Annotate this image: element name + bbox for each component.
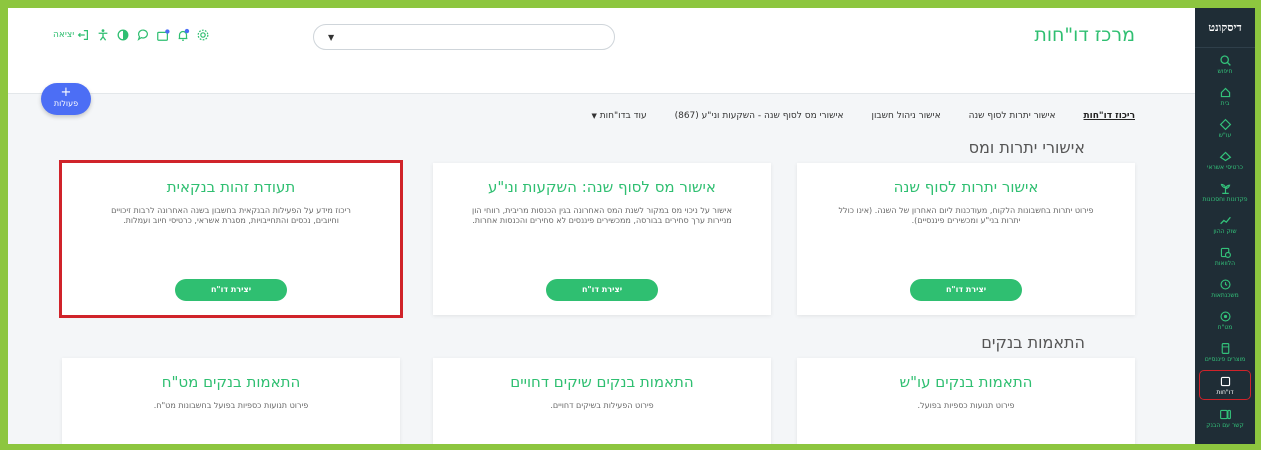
- card-icon: [1219, 151, 1231, 161]
- sidebar-item-label: קשר עם הבנק: [1206, 421, 1244, 429]
- section-title-bank-reconciliation: התאמות בנקים: [981, 333, 1085, 352]
- sidebar-item-label: חיפוש: [1217, 67, 1233, 75]
- sidebar-item-label: משכנתאות: [1211, 291, 1239, 299]
- card-tax-investments: אישור מס לסוף שנה: השקעות וני"ע אישור על…: [433, 163, 771, 315]
- folder-icon: [1221, 342, 1229, 354]
- card-description: פירוט תנועות כספיות בפועל בחשבונות מט"ח.: [153, 401, 309, 410]
- sidebar-item-deposits[interactable]: פקדונות וחסכונות: [1195, 176, 1255, 208]
- actions-label: פעולות: [53, 99, 79, 108]
- create-report-button[interactable]: יצירת דו"ח: [546, 279, 658, 301]
- card-reconciliation-forex: התאמות בנקים מט"ח פירוט תנועות כספיות בפ…: [62, 358, 400, 444]
- home-icon: [1220, 87, 1230, 97]
- card-title: התאמות בנקים מט"ח: [161, 373, 301, 391]
- actions-button[interactable]: + פעולות: [41, 83, 91, 115]
- tab-reports-summary[interactable]: ריכוז דו"חות: [1084, 111, 1135, 121]
- tab-year-end-balances[interactable]: אישור יתרות לסוף שנה: [969, 111, 1056, 121]
- gear-icon[interactable]: [196, 28, 210, 42]
- sidebar-item-capital-market[interactable]: שוק ההון: [1195, 208, 1255, 240]
- main-content: מרכז דו"חות ▼ יציאה + פעולות ריכוז דו"חו…: [8, 8, 1195, 444]
- tab-tax-certificates-867[interactable]: אישורי מס לסוף שנה - השקעות וני"ע (867): [675, 111, 844, 121]
- sidebar-item-label: בית: [1220, 99, 1230, 107]
- card-title: אישור יתרות לסוף שנה: [893, 178, 1039, 196]
- sidebar-item-mortgages[interactable]: משכנתאות: [1195, 272, 1255, 304]
- card-description: ריכוז מידע על הפעילות הבנקאית בחשבון בשנ…: [111, 206, 351, 225]
- create-report-button[interactable]: יצירת דו"ח: [910, 279, 1022, 301]
- sidebar-item-checking[interactable]: עו"ש: [1195, 112, 1255, 144]
- card-reconciliation-deferred-checks: התאמות בנקים שיקים דחויים פירוט הפעילות …: [433, 358, 771, 444]
- diamond-icon: [1219, 118, 1231, 130]
- plant-icon: [1220, 183, 1230, 194]
- exit-icon: [78, 30, 89, 40]
- sidebar-item-label: שוק ההון: [1213, 227, 1237, 235]
- utility-icons: יציאה: [53, 28, 210, 42]
- tab-more-reports[interactable]: עוד בדו"חות ▼: [592, 111, 647, 121]
- clock-icon: [1219, 278, 1231, 290]
- page-title: מרכז דו"חות: [1034, 24, 1135, 46]
- card-title: התאמות בנקים עו"ש: [899, 373, 1033, 391]
- card-reconciliation-checking: התאמות בנקים עו"ש פירוט תנועות כספיות בפ…: [797, 358, 1135, 444]
- card-description: פירוט תנועות כספיות בפועל.: [917, 401, 1015, 410]
- card-title: התאמות בנקים שיקים דחויים: [510, 373, 694, 391]
- sidebar-item-label: הלוואות: [1214, 259, 1236, 267]
- chat-icon[interactable]: [136, 28, 150, 42]
- sidebar-item-forex[interactable]: מט"ח: [1195, 304, 1255, 336]
- create-report-button[interactable]: יצירת דו"ח: [175, 279, 287, 301]
- bell-icon[interactable]: [176, 28, 190, 42]
- card-description: אישור על ניכוי מס במקור לשנת המס האחרונה…: [472, 206, 732, 225]
- plus-icon: +: [60, 85, 72, 100]
- sidebar-item-contact[interactable]: קשר עם הבנק: [1195, 402, 1255, 434]
- sidebar-item-label: דו"חות: [1216, 388, 1234, 396]
- bank-logo[interactable]: דיסקונט: [1195, 8, 1255, 48]
- card-description: פירוט יתרות בחשבונות הלקוח, מעודכנות ליו…: [838, 206, 1094, 225]
- section-title-balances-tax: אישורי יתרות ומס: [968, 138, 1085, 157]
- sidebar-item-label: עו"ש: [1218, 131, 1232, 139]
- sidebar-item-loans[interactable]: הלוואות: [1195, 240, 1255, 272]
- reports-icon: [1220, 376, 1230, 386]
- contrast-icon[interactable]: [116, 28, 130, 42]
- sidebar-item-label: מט"ח: [1217, 323, 1233, 331]
- tab-account-management[interactable]: אישור ניהול חשבון: [872, 111, 941, 121]
- currency-icon: [1219, 310, 1231, 322]
- reports-tabs: ריכוז דו"חות אישור יתרות לסוף שנה אישור …: [235, 111, 1136, 121]
- caret-down-icon: ▼: [591, 112, 597, 120]
- main-sidebar: דיסקונט חיפוש בית עו"ש כרטיסי אשראי פקדו…: [1195, 8, 1255, 444]
- card-title: תעודת זהות בנקאית: [166, 178, 296, 196]
- app-frame: דיסקונט חיפוש בית עו"ש כרטיסי אשראי פקדו…: [8, 8, 1255, 444]
- account-select[interactable]: ▼: [313, 24, 615, 50]
- card-year-end-balance: אישור יתרות לסוף שנה פירוט יתרות בחשבונו…: [797, 163, 1135, 315]
- accessibility-icon[interactable]: [96, 28, 110, 42]
- exit-label: יציאה: [53, 30, 75, 40]
- card-title: אישור מס לסוף שנה: השקעות וני"ע: [488, 178, 716, 196]
- exit-button[interactable]: יציאה: [53, 28, 90, 42]
- trend-icon: [1219, 216, 1231, 224]
- sidebar-item-financial-products[interactable]: מוצרים פיננסיים: [1195, 336, 1255, 368]
- top-bar: מרכז דו"חות ▼ יציאה: [8, 8, 1195, 94]
- loan-icon: [1220, 247, 1231, 258]
- card-bank-id: תעודת זהות בנקאית ריכוז מידע על הפעילות …: [59, 160, 403, 318]
- contact-icon: [1219, 409, 1231, 419]
- sidebar-item-home[interactable]: בית: [1195, 80, 1255, 112]
- sidebar-item-label: פקדונות וחסכונות: [1202, 195, 1248, 203]
- search-icon: [1219, 54, 1231, 66]
- card-description: פירוט הפעילות בשיקים דחויים.: [550, 401, 654, 410]
- sidebar-item-label: כרטיסי אשראי: [1207, 163, 1243, 171]
- sidebar-item-label: מוצרים פיננסיים: [1204, 355, 1246, 363]
- messages-icon[interactable]: [156, 28, 170, 42]
- sidebar-item-credit-cards[interactable]: כרטיסי אשראי: [1195, 144, 1255, 176]
- tab-more-label: עוד בדו"חות: [599, 111, 647, 121]
- sidebar-item-search[interactable]: חיפוש: [1195, 48, 1255, 80]
- caret-down-icon: ▼: [328, 33, 335, 42]
- sidebar-item-reports[interactable]: דו"חות: [1199, 370, 1251, 400]
